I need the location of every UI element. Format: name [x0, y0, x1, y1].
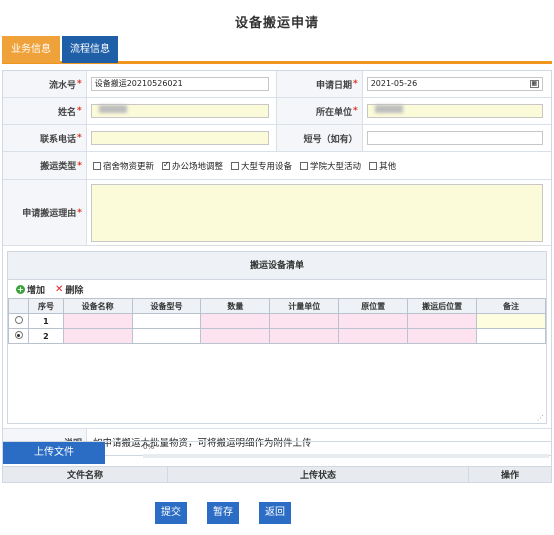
cell-destination[interactable]	[407, 328, 478, 344]
reason-textarea[interactable]	[91, 183, 543, 242]
serial-number-field[interactable]: 设备搬运20210526021	[90, 77, 269, 91]
cell-quantity[interactable]	[200, 328, 271, 344]
type-options: 宿舍物资更新 办公场地调整 大型专用设备 学院大型活动 其他	[87, 152, 396, 179]
row-seq: 2	[28, 328, 64, 344]
add-row-button[interactable]: + 增加	[16, 283, 45, 296]
upload-progress-bar	[143, 454, 549, 458]
checkbox-icon[interactable]	[300, 162, 309, 170]
calendar-icon[interactable]: ▦	[529, 80, 539, 88]
delete-row-button[interactable]: ✕ 删除	[55, 283, 83, 296]
equipment-toolbar: + 增加 ✕ 删除	[8, 280, 546, 298]
table-header-row: 序号 设备名称 设备型号 数量 计量单位 原位置 搬运后位置 备注	[7, 298, 546, 314]
col-header: 操作	[500, 471, 519, 481]
type-label: 搬运类型 *	[3, 152, 87, 179]
col-header: 备注	[476, 298, 546, 314]
tab-process-info[interactable]: 流程信息	[62, 36, 118, 63]
form-row-phone: 联系电话 * 短号（如有）	[3, 125, 551, 152]
delete-icon: ✕	[55, 283, 64, 295]
resize-handle-icon[interactable]: ⋰	[537, 414, 544, 422]
name-label: 姓名 *	[3, 98, 87, 124]
cell-origin[interactable]	[338, 313, 409, 329]
cell-quantity[interactable]	[200, 313, 271, 329]
date-label: 申请日期 *	[277, 71, 363, 97]
cell-unit[interactable]	[269, 313, 340, 329]
col-header: 计量单位	[269, 298, 340, 314]
col-header: 设备型号	[131, 298, 202, 314]
col-header: 原位置	[338, 298, 409, 314]
redacted-unit	[374, 105, 403, 113]
serial-label: 流水号 *	[3, 71, 87, 97]
type-option-other[interactable]: 其他	[369, 160, 396, 172]
save-draft-button[interactable]: 暂存	[207, 502, 239, 524]
cell-origin[interactable]	[338, 328, 409, 344]
form-row-serial: 流水号 * 设备搬运20210526021 申请日期 * 2021-05-26 ▦	[3, 71, 551, 98]
short-number-label: 短号（如有）	[277, 125, 363, 151]
name-field[interactable]	[90, 104, 269, 118]
type-option-equipment[interactable]: 大型专用设备	[231, 160, 292, 172]
upload-section: 上传文件 0% 文件名称 上传状态 操作	[2, 441, 552, 483]
upload-file-button[interactable]: 上传文件	[3, 442, 105, 464]
type-option-dorm[interactable]: 宿舍物资更新	[93, 160, 154, 172]
phone-field[interactable]	[90, 131, 269, 145]
radio-icon[interactable]	[14, 316, 23, 324]
form-row-type: 搬运类型* 宿舍物资更新 办公场地调整 大型专用设备 学院大型活动 其他	[3, 152, 551, 180]
back-button[interactable]: 返回	[259, 502, 291, 524]
equipment-list: 搬运设备清单 + 增加 ✕ 删除 序号 设备名称 设备型号 数量 计量单位 原位置 …	[7, 251, 547, 424]
equipment-table: 序号 设备名称 设备型号 数量 计量单位 原位置 搬运后位置 备注 1 2	[7, 298, 546, 344]
cell-equipment-name[interactable]	[62, 313, 133, 329]
col-header: 设备名称	[62, 298, 133, 314]
tab-business-info[interactable]: 业务信息	[2, 36, 60, 63]
table-empty-area: ⋰	[8, 344, 546, 423]
col-header: 上传状态	[168, 467, 469, 482]
type-option-office[interactable]: 办公场地调整	[162, 160, 223, 172]
col-header: 序号	[28, 298, 64, 314]
equipment-section: 搬运设备清单 + 增加 ✕ 删除 序号 设备名称 设备型号 数量 计量单位 原位置 …	[3, 251, 551, 429]
cell-remark[interactable]	[476, 328, 546, 344]
redacted-name	[98, 105, 127, 113]
tab-bar: 业务信息 流程信息	[2, 34, 552, 64]
action-bar: 提交 暂存 返回	[0, 502, 554, 524]
table-row[interactable]: 2	[7, 328, 546, 344]
type-option-event[interactable]: 学院大型活动	[300, 160, 361, 172]
cell-equipment-model[interactable]	[131, 328, 202, 344]
row-seq: 1	[28, 313, 64, 329]
col-header: 搬运后位置	[407, 298, 478, 314]
col-header: 文件名称	[3, 467, 168, 482]
equipment-list-title: 搬运设备清单	[8, 252, 546, 280]
unit-label: 所在单位 *	[277, 98, 363, 124]
cell-remark[interactable]	[476, 313, 546, 329]
radio-selected-icon[interactable]	[14, 331, 23, 339]
submit-button[interactable]: 提交	[155, 502, 187, 524]
plus-icon: +	[16, 284, 25, 294]
checkbox-icon[interactable]	[369, 162, 378, 170]
phone-label: 联系电话 *	[3, 125, 87, 151]
checkbox-checked-icon[interactable]	[162, 160, 171, 170]
table-row[interactable]: 1	[7, 313, 546, 329]
apply-date-field[interactable]: 2021-05-26 ▦	[366, 77, 543, 91]
checkbox-icon[interactable]	[231, 162, 240, 170]
cell-destination[interactable]	[407, 313, 478, 329]
unit-field[interactable]	[366, 104, 543, 118]
cell-unit[interactable]	[269, 328, 340, 344]
upload-progress-text: 0%	[143, 443, 155, 451]
form-row-name: 姓名 * 所在单位 *	[3, 98, 551, 125]
short-number-field[interactable]	[366, 131, 543, 145]
col-header: 数量	[200, 298, 271, 314]
page-title: 设备搬运申请	[234, 16, 319, 31]
application-form: 流水号 * 设备搬运20210526021 申请日期 * 2021-05-26 ▦ …	[2, 70, 552, 456]
reason-label: 申请搬运理由 *	[3, 180, 87, 245]
form-row-reason: 申请搬运理由 *	[3, 180, 551, 246]
cell-equipment-model[interactable]	[131, 313, 202, 329]
upload-table-header: 文件名称 上传状态 操作	[3, 466, 551, 482]
checkbox-icon[interactable]	[93, 162, 101, 170]
cell-equipment-name[interactable]	[62, 328, 133, 344]
